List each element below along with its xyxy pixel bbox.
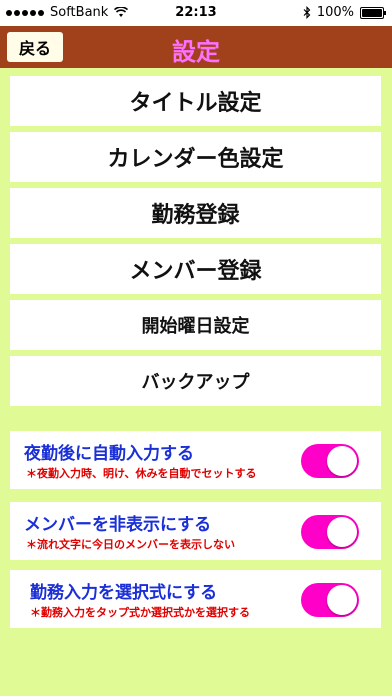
menu-start-weekday-button[interactable]: 開始曜日設定 xyxy=(10,300,381,350)
toggle-subtitle: ＊流れ文字に今日のメンバーを表示しない xyxy=(26,538,235,551)
status-right: 100% xyxy=(303,5,386,20)
auto-input-toggle[interactable] xyxy=(301,444,359,478)
toggle-knob xyxy=(327,446,357,476)
battery-icon xyxy=(360,6,386,19)
toggle-row-auto-input: 夜勤後に自動入力する ＊夜勤入力時、明け、休みを自動でセットする xyxy=(10,431,381,489)
menu-title-settings-button[interactable]: タイトル設定 xyxy=(10,76,381,126)
toggle-subtitle: ＊夜勤入力時、明け、休みを自動でセットする xyxy=(26,467,257,480)
menu-backup-button[interactable]: バックアップ xyxy=(10,356,381,406)
battery-percent: 100% xyxy=(316,5,354,20)
battery-fill xyxy=(362,8,382,17)
settings-menu: タイトル設定 カレンダー色設定 勤務登録 メンバー登録 開始曜日設定 バックアッ… xyxy=(10,76,381,412)
toggle-row-select-input: 勤務入力を選択式にする ＊勤務入力をタップ式か選択式かを選択する xyxy=(10,570,381,628)
select-input-toggle[interactable] xyxy=(301,583,359,617)
menu-shift-register-button[interactable]: 勤務登録 xyxy=(10,188,381,238)
menu-calendar-color-button[interactable]: カレンダー色設定 xyxy=(10,132,381,182)
toggle-subtitle: ＊勤務入力をタップ式か選択式かを選択する xyxy=(30,606,250,619)
hide-members-toggle[interactable] xyxy=(301,515,359,549)
status-bar: SoftBank 22:13 100% xyxy=(0,0,392,26)
toggle-knob xyxy=(327,517,357,547)
page-title: 設定 xyxy=(172,38,220,66)
nav-bar: 戻る 設定 xyxy=(0,26,392,68)
toggle-knob xyxy=(327,585,357,615)
bluetooth-icon xyxy=(303,6,311,19)
toggle-title: 夜勤後に自動入力する xyxy=(24,444,194,464)
toggle-row-hide-members: メンバーを非表示にする ＊流れ文字に今日のメンバーを表示しない xyxy=(10,502,381,560)
toggle-title: 勤務入力を選択式にする xyxy=(30,583,218,603)
toggle-title: メンバーを非表示にする xyxy=(24,515,212,535)
menu-member-register-button[interactable]: メンバー登録 xyxy=(10,244,381,294)
